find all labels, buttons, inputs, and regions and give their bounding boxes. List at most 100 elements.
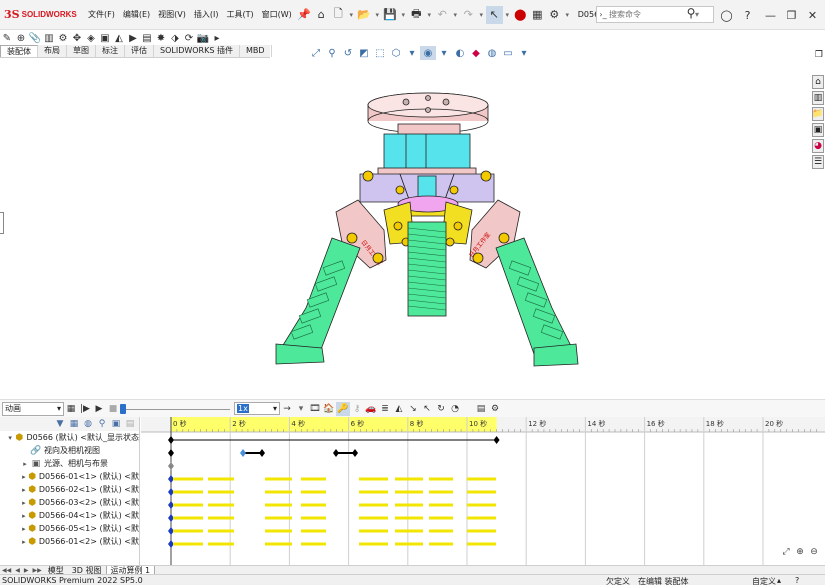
save-dropdown-icon[interactable]: ▾ xyxy=(399,6,408,24)
custom-properties-icon[interactable]: ☰ xyxy=(812,155,824,169)
apply-scene-icon[interactable]: ◍ xyxy=(484,46,500,60)
print-dropdown-icon[interactable]: ▾ xyxy=(425,6,434,24)
graphics-area[interactable]: 日月工作室 日月工作室 xyxy=(6,62,806,392)
undo-dropdown-icon[interactable]: ▾ xyxy=(451,6,460,24)
status-help-icon[interactable]: ? xyxy=(795,576,799,585)
contact-icon[interactable]: ◭ xyxy=(392,402,406,416)
feature-manager-collapse-handle[interactable] xyxy=(0,212,4,234)
minimize-icon[interactable]: — xyxy=(762,6,779,24)
filter-icon[interactable]: ▼ xyxy=(53,418,67,431)
tab-layout[interactable]: 布局 xyxy=(38,45,67,57)
gravity-icon[interactable]: ↘ xyxy=(406,402,420,416)
expand-arrow-icon[interactable]: ▸ xyxy=(20,499,28,507)
redo-icon[interactable]: ↷ xyxy=(460,6,477,24)
tab-evaluate[interactable]: 评估 xyxy=(125,45,154,57)
view-orientation-icon[interactable]: ⬡ xyxy=(388,46,404,60)
tree-item[interactable]: ▸ ⬢ D0566-04<1> (默认) <默 xyxy=(0,509,139,522)
display-style-icon[interactable]: ◉ xyxy=(420,46,436,60)
print-icon[interactable]: 🖶 xyxy=(408,6,425,24)
view-settings-dropdown-icon[interactable]: ▾ xyxy=(516,46,532,60)
save-icon[interactable]: 💾 xyxy=(382,6,399,24)
motor-icon[interactable]: 🚗 xyxy=(364,402,378,416)
zoom-to-fit-icon[interactable]: ⤢ xyxy=(779,547,793,561)
study-type-select[interactable]: 动画 ▾ xyxy=(2,401,64,416)
app-logo[interactable]: 3S SOLIDWORKS xyxy=(4,8,78,21)
spring-icon[interactable]: ≣ xyxy=(378,402,392,416)
pin-icon[interactable]: 📌 xyxy=(296,6,313,24)
restore-pane-icon[interactable]: ❐ xyxy=(815,50,823,60)
design-library-icon[interactable]: ▥ xyxy=(812,91,824,105)
filter-driving-icon[interactable]: ◍ xyxy=(81,418,95,431)
exploded-view-icon[interactable]: ✸ xyxy=(154,32,168,45)
toolbar-more-icon[interactable]: ▸ xyxy=(210,32,224,45)
user-account-icon[interactable]: ◯ xyxy=(718,6,735,24)
help-icon[interactable]: ? xyxy=(739,6,756,24)
expand-arrow-icon[interactable]: ▸ xyxy=(20,460,30,468)
play-icon[interactable]: ▶ xyxy=(92,402,106,416)
options-gear-icon[interactable]: ⚙ xyxy=(546,6,563,24)
previous-view-icon[interactable]: ↺ xyxy=(340,46,356,60)
menu-window[interactable]: 窗口(W) xyxy=(258,9,296,20)
playback-slider[interactable] xyxy=(120,402,230,416)
update-speedpak-icon[interactable]: ⟳ xyxy=(182,32,196,45)
motion-timeline[interactable]: 0 秒2 秒4 秒6 秒8 秒 10 秒 12 秒 14 秒 16 秒 18 秒 20 秒 … xyxy=(141,417,825,565)
undo-icon[interactable]: ↶ xyxy=(434,6,451,24)
zoom-in-icon[interactable]: ⊕ xyxy=(793,547,807,561)
new-document-icon[interactable]: 🗋 xyxy=(330,6,347,24)
status-under-defined[interactable]: 欠定义 xyxy=(606,576,630,585)
expand-arrow-icon[interactable]: ▸ xyxy=(20,473,28,481)
expand-arrow-icon[interactable]: ▸ xyxy=(20,538,28,546)
select-dropdown-icon[interactable]: ▾ xyxy=(503,6,512,24)
redo-dropdown-icon[interactable]: ▾ xyxy=(477,6,486,24)
file-explorer-icon[interactable]: 📁 xyxy=(812,107,824,121)
show-hidden-icon[interactable]: ◈ xyxy=(84,32,98,45)
zoom-to-fit-icon[interactable]: ⤢ xyxy=(308,46,324,60)
reference-geometry-icon[interactable]: ◭ xyxy=(112,32,126,45)
filter-results-icon[interactable]: ▣ xyxy=(109,418,123,431)
animation-wizard-icon[interactable]: 🏠 xyxy=(322,402,336,416)
expand-arrow-icon[interactable]: ▾ xyxy=(6,434,14,442)
home-icon[interactable]: ⌂ xyxy=(313,6,330,24)
smart-fasteners-icon[interactable]: ⚙ xyxy=(56,32,70,45)
filter-collapse-icon[interactable]: ▤ xyxy=(123,418,137,431)
tab-markup[interactable]: 标注 xyxy=(96,45,125,57)
menu-view[interactable]: 视图(V) xyxy=(154,9,190,20)
instant3d-icon[interactable]: ⬗ xyxy=(168,32,182,45)
autokey-icon[interactable]: 🔑 xyxy=(336,401,350,416)
play-from-start-icon[interactable]: |▶ xyxy=(78,402,92,416)
filter-animated-icon[interactable]: ▦ xyxy=(67,418,81,431)
display-style-dropdown-icon[interactable]: ▾ xyxy=(436,46,452,60)
save-animation-icon[interactable]: 🎞 xyxy=(308,402,322,416)
magnifier-icon[interactable]: ⚲ xyxy=(681,6,701,20)
expand-arrow-icon[interactable]: ▸ xyxy=(20,486,28,494)
tree-item[interactable]: ▸ ⬢ D0566-05<1> (默认) <默 xyxy=(0,522,139,535)
zoom-to-area-icon[interactable]: ⚲ xyxy=(324,46,340,60)
playback-speed-select[interactable]: 1x ▾ xyxy=(234,402,280,415)
open-dropdown-icon[interactable]: ▾ xyxy=(373,6,382,24)
menu-insert[interactable]: 插入(I) xyxy=(190,9,223,20)
calculate-icon[interactable]: ▦ xyxy=(64,402,78,416)
file-properties-icon[interactable]: ▦ xyxy=(529,6,546,24)
status-units-dropdown-icon[interactable]: ▴ xyxy=(777,576,781,585)
stop-icon[interactable]: ■ xyxy=(106,402,120,416)
view-palette-icon[interactable]: ▣ xyxy=(812,123,824,137)
filter-selected-icon[interactable]: ⚲ xyxy=(95,418,109,431)
options-dropdown-icon[interactable]: ▾ xyxy=(563,6,572,24)
slider-thumb[interactable] xyxy=(120,403,126,414)
playback-mode-dropdown-icon[interactable]: ▾ xyxy=(294,402,308,416)
solidworks-resources-icon[interactable]: ⌂ xyxy=(812,75,824,89)
menu-file[interactable]: 文件(F) xyxy=(84,9,119,20)
timeline-canvas[interactable]: 0 秒 2 秒 4 秒 6 秒 8 秒 10 秒 12 秒 14 秒 16 秒 18 秒 20 秒 xyxy=(141,417,825,565)
study-properties-icon[interactable]: ▤ xyxy=(474,402,488,416)
edit-component-icon[interactable]: ✎ xyxy=(0,32,14,45)
close-icon[interactable]: ✕ xyxy=(804,6,821,24)
expand-arrow-icon[interactable]: ▸ xyxy=(20,512,28,520)
menu-edit[interactable]: 编辑(E) xyxy=(119,9,154,20)
restore-icon[interactable]: ❐ xyxy=(783,6,800,24)
zoom-out-icon[interactable]: ⊖ xyxy=(807,547,821,561)
new-motion-study-icon[interactable]: ▶ xyxy=(126,32,140,45)
tab-addins[interactable]: SOLIDWORKS 插件 xyxy=(154,45,240,57)
tab-sketch[interactable]: 草图 xyxy=(67,45,96,57)
view-settings-icon[interactable]: ▭ xyxy=(500,46,516,60)
hide-show-items-icon[interactable]: ◐ xyxy=(452,46,468,60)
